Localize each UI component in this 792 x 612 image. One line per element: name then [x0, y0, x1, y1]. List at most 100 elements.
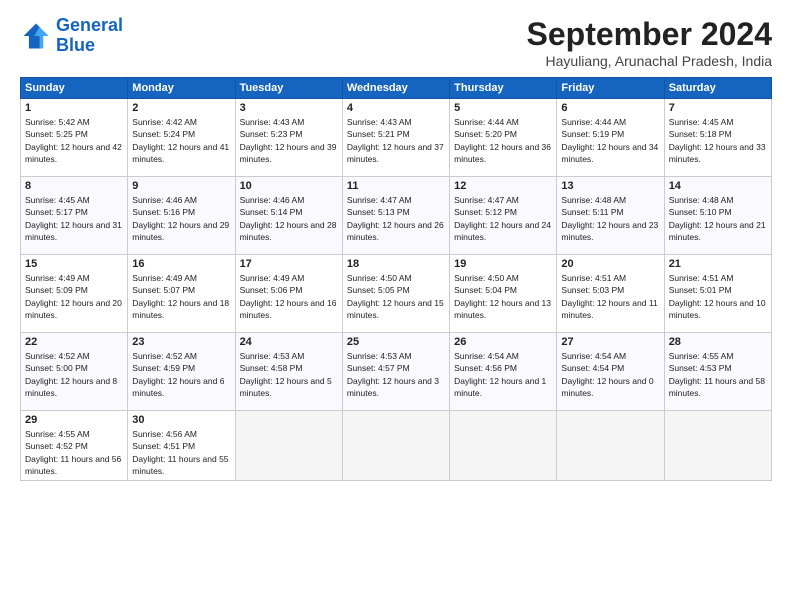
calendar-cell: 29 Sunrise: 4:55 AMSunset: 4:52 PMDayligh… — [21, 411, 128, 481]
day-number: 16 — [132, 258, 230, 270]
logo-text: General Blue — [56, 16, 123, 56]
day-number: 11 — [347, 180, 445, 192]
location-title: Hayuliang, Arunachal Pradesh, India — [527, 53, 772, 69]
calendar-cell: 6 Sunrise: 4:44 AMSunset: 5:19 PMDaylight… — [557, 99, 664, 177]
day-info: Sunrise: 4:45 AMSunset: 5:17 PMDaylight:… — [25, 194, 123, 243]
day-number: 24 — [240, 336, 338, 348]
title-block: September 2024 Hayuliang, Arunachal Prad… — [527, 16, 772, 69]
calendar-row-4: 22 Sunrise: 4:52 AMSunset: 5:00 PMDayligh… — [21, 333, 772, 411]
th-tuesday: Tuesday — [235, 78, 342, 99]
calendar-cell: 23 Sunrise: 4:52 AMSunset: 4:59 PMDayligh… — [128, 333, 235, 411]
day-number: 21 — [669, 258, 767, 270]
calendar-cell: 10 Sunrise: 4:46 AMSunset: 5:14 PMDayligh… — [235, 177, 342, 255]
th-friday: Friday — [557, 78, 664, 99]
calendar-row-1: 1 Sunrise: 5:42 AMSunset: 5:25 PMDaylight… — [21, 99, 772, 177]
calendar-cell: 11 Sunrise: 4:47 AMSunset: 5:13 PMDayligh… — [342, 177, 449, 255]
day-number: 14 — [669, 180, 767, 192]
day-info: Sunrise: 4:55 AMSunset: 4:52 PMDaylight:… — [25, 428, 123, 477]
day-number: 7 — [669, 102, 767, 114]
day-info: Sunrise: 4:50 AMSunset: 5:05 PMDaylight:… — [347, 272, 445, 321]
day-info: Sunrise: 4:52 AMSunset: 4:59 PMDaylight:… — [132, 350, 230, 399]
day-number: 5 — [454, 102, 552, 114]
day-info: Sunrise: 4:43 AMSunset: 5:23 PMDaylight:… — [240, 116, 338, 165]
calendar-cell: 26 Sunrise: 4:54 AMSunset: 4:56 PMDayligh… — [450, 333, 557, 411]
day-number: 29 — [25, 414, 123, 426]
day-number: 3 — [240, 102, 338, 114]
day-info: Sunrise: 4:49 AMSunset: 5:07 PMDaylight:… — [132, 272, 230, 321]
day-info: Sunrise: 4:54 AMSunset: 4:56 PMDaylight:… — [454, 350, 552, 399]
th-sunday: Sunday — [21, 78, 128, 99]
day-number: 10 — [240, 180, 338, 192]
calendar-cell: 21 Sunrise: 4:51 AMSunset: 5:01 PMDayligh… — [664, 255, 771, 333]
day-number: 17 — [240, 258, 338, 270]
calendar-cell — [342, 411, 449, 481]
th-saturday: Saturday — [664, 78, 771, 99]
logo: General Blue — [20, 16, 123, 56]
day-number: 30 — [132, 414, 230, 426]
day-info: Sunrise: 4:53 AMSunset: 4:58 PMDaylight:… — [240, 350, 338, 399]
day-info: Sunrise: 4:42 AMSunset: 5:24 PMDaylight:… — [132, 116, 230, 165]
calendar-row-2: 8 Sunrise: 4:45 AMSunset: 5:17 PMDaylight… — [21, 177, 772, 255]
day-info: Sunrise: 5:42 AMSunset: 5:25 PMDaylight:… — [25, 116, 123, 165]
calendar-cell: 25Sunrise: 4:53 AMSunset: 4:57 PMDayligh… — [342, 333, 449, 411]
day-info: Sunrise: 4:50 AMSunset: 5:04 PMDaylight:… — [454, 272, 552, 321]
day-number: 1 — [25, 102, 123, 114]
calendar-cell — [235, 411, 342, 481]
calendar-table: Sunday Monday Tuesday Wednesday Thursday… — [20, 77, 772, 481]
day-info: Sunrise: 4:51 AMSunset: 5:01 PMDaylight:… — [669, 272, 767, 321]
day-info: Sunrise: 4:43 AMSunset: 5:21 PMDaylight:… — [347, 116, 445, 165]
calendar-cell: 1 Sunrise: 5:42 AMSunset: 5:25 PMDaylight… — [21, 99, 128, 177]
day-number: 19 — [454, 258, 552, 270]
day-number: 28 — [669, 336, 767, 348]
day-number: 26 — [454, 336, 552, 348]
calendar-cell: 16 Sunrise: 4:49 AMSunset: 5:07 PMDayligh… — [128, 255, 235, 333]
calendar-cell: 2 Sunrise: 4:42 AMSunset: 5:24 PMDaylight… — [128, 99, 235, 177]
calendar-cell: 27Sunrise: 4:54 AMSunset: 4:54 PMDayligh… — [557, 333, 664, 411]
calendar-cell: 24 Sunrise: 4:53 AMSunset: 4:58 PMDayligh… — [235, 333, 342, 411]
calendar-cell: 4Sunrise: 4:43 AMSunset: 5:21 PMDaylight… — [342, 99, 449, 177]
day-info: Sunrise: 4:46 AMSunset: 5:14 PMDaylight:… — [240, 194, 338, 243]
calendar-cell: 28Sunrise: 4:55 AMSunset: 4:53 PMDayligh… — [664, 333, 771, 411]
logo-line1: General — [56, 15, 123, 35]
day-number: 6 — [561, 102, 659, 114]
calendar-cell — [450, 411, 557, 481]
logo-line2: Blue — [56, 35, 95, 55]
calendar-cell: 13Sunrise: 4:48 AMSunset: 5:11 PMDayligh… — [557, 177, 664, 255]
calendar-row-3: 15Sunrise: 4:49 AMSunset: 5:09 PMDayligh… — [21, 255, 772, 333]
day-info: Sunrise: 4:47 AMSunset: 5:13 PMDaylight:… — [347, 194, 445, 243]
day-info: Sunrise: 4:53 AMSunset: 4:57 PMDaylight:… — [347, 350, 445, 399]
calendar-cell: 12 Sunrise: 4:47 AMSunset: 5:12 PMDayligh… — [450, 177, 557, 255]
header-row: Sunday Monday Tuesday Wednesday Thursday… — [21, 78, 772, 99]
day-info: Sunrise: 4:56 AMSunset: 4:51 PMDaylight:… — [132, 428, 230, 477]
day-info: Sunrise: 4:45 AMSunset: 5:18 PMDaylight:… — [669, 116, 767, 165]
header: General Blue September 2024 Hayuliang, A… — [20, 16, 772, 69]
day-number: 23 — [132, 336, 230, 348]
day-info: Sunrise: 4:47 AMSunset: 5:12 PMDaylight:… — [454, 194, 552, 243]
calendar-cell — [664, 411, 771, 481]
th-thursday: Thursday — [450, 78, 557, 99]
logo-icon — [20, 20, 52, 52]
day-number: 20 — [561, 258, 659, 270]
calendar-cell: 15Sunrise: 4:49 AMSunset: 5:09 PMDayligh… — [21, 255, 128, 333]
calendar-cell: 5Sunrise: 4:44 AMSunset: 5:20 PMDaylight… — [450, 99, 557, 177]
calendar-cell: 20 Sunrise: 4:51 AMSunset: 5:03 PMDayligh… — [557, 255, 664, 333]
calendar-row-5: 29 Sunrise: 4:55 AMSunset: 4:52 PMDayligh… — [21, 411, 772, 481]
calendar-cell: 19 Sunrise: 4:50 AMSunset: 5:04 PMDayligh… — [450, 255, 557, 333]
th-wednesday: Wednesday — [342, 78, 449, 99]
day-number: 22 — [25, 336, 123, 348]
day-number: 12 — [454, 180, 552, 192]
month-title: September 2024 — [527, 16, 772, 53]
day-number: 8 — [25, 180, 123, 192]
calendar-cell: 9Sunrise: 4:46 AMSunset: 5:16 PMDaylight… — [128, 177, 235, 255]
day-number: 9 — [132, 180, 230, 192]
day-info: Sunrise: 4:51 AMSunset: 5:03 PMDaylight:… — [561, 272, 659, 321]
day-number: 18 — [347, 258, 445, 270]
calendar-cell: 3 Sunrise: 4:43 AMSunset: 5:23 PMDaylight… — [235, 99, 342, 177]
day-info: Sunrise: 4:49 AMSunset: 5:09 PMDaylight:… — [25, 272, 123, 321]
calendar-cell: 18 Sunrise: 4:50 AMSunset: 5:05 PMDayligh… — [342, 255, 449, 333]
day-info: Sunrise: 4:52 AMSunset: 5:00 PMDaylight:… — [25, 350, 123, 399]
day-number: 2 — [132, 102, 230, 114]
th-monday: Monday — [128, 78, 235, 99]
day-info: Sunrise: 4:44 AMSunset: 5:19 PMDaylight:… — [561, 116, 659, 165]
day-info: Sunrise: 4:54 AMSunset: 4:54 PMDaylight:… — [561, 350, 659, 399]
